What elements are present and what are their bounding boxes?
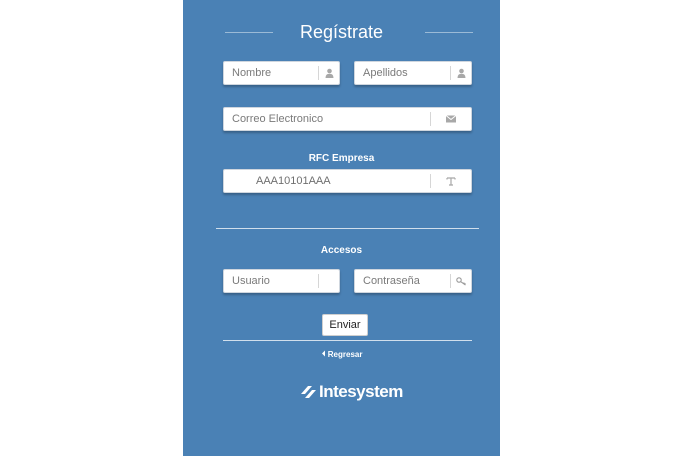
user-icon <box>451 62 471 84</box>
correo-placeholder: Correo Electronico <box>232 113 324 125</box>
submit-button[interactable]: Enviar <box>322 314 368 336</box>
back-link[interactable]: Regresar <box>183 350 500 359</box>
usuario-field[interactable]: Usuario <box>223 269 340 293</box>
brand-name: Intesystem <box>319 382 403 401</box>
apellidos-placeholder: Apellidos <box>363 67 408 79</box>
envelope-icon <box>441 108 461 130</box>
nombre-field[interactable]: Nombre <box>223 61 340 85</box>
chevron-left-icon <box>321 350 326 359</box>
correo-field[interactable]: Correo Electronico <box>223 107 472 131</box>
rfc-separator <box>430 174 431 188</box>
apellidos-field[interactable]: Apellidos <box>354 61 472 85</box>
footer-divider <box>223 340 472 341</box>
correo-separator <box>430 112 431 126</box>
nombre-placeholder: Nombre <box>232 67 272 79</box>
rfc-field[interactable]: AAA10101AAA <box>223 169 472 193</box>
text-icon <box>441 170 461 192</box>
accesos-label: Accesos <box>320 245 363 256</box>
contrasena-field[interactable]: Contraseña <box>354 269 472 293</box>
back-link-label: Regresar <box>327 350 363 359</box>
usuario-separator <box>318 274 319 288</box>
logo-icon <box>299 383 317 401</box>
section-divider <box>216 228 479 229</box>
key-icon <box>451 270 471 292</box>
usuario-placeholder: Usuario <box>232 275 270 287</box>
registration-panel: Regístrate Nombre Apellidos Correo Elect… <box>183 0 500 456</box>
title-line-right <box>425 32 473 33</box>
rfc-placeholder: AAA10101AAA <box>256 175 331 187</box>
brand-logo: Intesystem <box>299 380 403 404</box>
user-icon <box>319 62 339 84</box>
rfc-label: RFC Empresa <box>308 153 375 164</box>
contrasena-placeholder: Contraseña <box>363 275 420 287</box>
